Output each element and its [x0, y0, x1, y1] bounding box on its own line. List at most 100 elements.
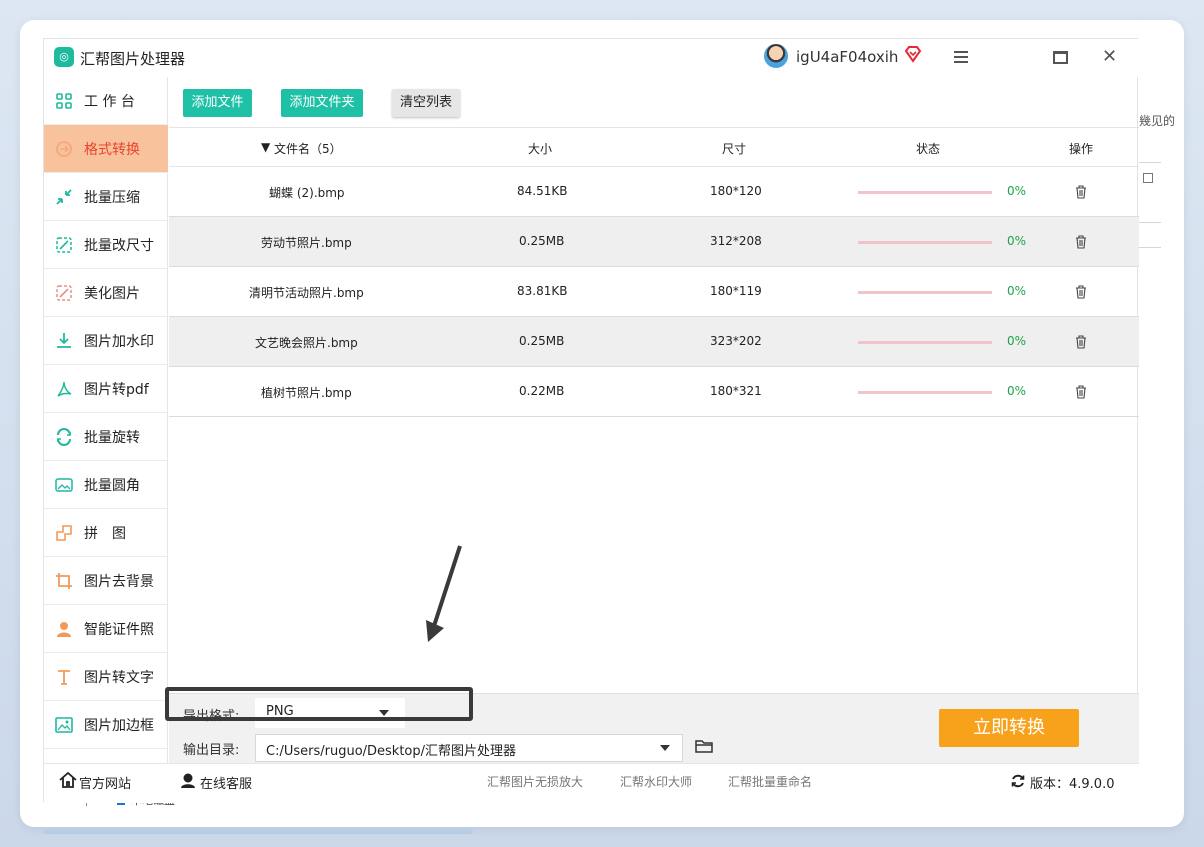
rotate-icon [57, 428, 71, 446]
frame-icon [55, 717, 73, 733]
footer-link-upscale[interactable]: 汇帮图片无损放大 [487, 773, 583, 790]
add-file-button[interactable]: 添加文件 [183, 89, 252, 117]
text-icon [58, 670, 70, 685]
compress-icon [56, 189, 72, 205]
sidebar-item-to-text[interactable]: 图片转文字 [44, 653, 168, 701]
sidebar-item-watermark[interactable]: 图片加水印 [44, 317, 168, 365]
progress-bar [858, 191, 992, 194]
header-action: 操作 [1069, 142, 1094, 156]
clear-list-button[interactable]: 清空列表 [392, 89, 460, 117]
sidebar-item-resize[interactable]: 批量改尺寸 [44, 221, 168, 269]
header-size: 大小 [528, 142, 553, 156]
maximize-icon[interactable] [1053, 51, 1068, 64]
delete-icon[interactable] [1075, 235, 1087, 249]
sidebar-item-format-convert[interactable]: 格式转换 [44, 125, 168, 173]
file-dimension: 180*120 [710, 184, 762, 198]
sidebar-item-label: 美化图片 [84, 286, 140, 302]
file-dimension: 312*208 [710, 234, 762, 248]
sidebar-item-compress[interactable]: 批量压缩 [44, 173, 168, 221]
chevron-down-icon [660, 745, 670, 751]
output-label: 输出目录: [183, 743, 240, 758]
app-logo-icon: ◎ [54, 47, 74, 67]
support-icon [181, 773, 195, 788]
sidebar: 工 作 台 格式转换 批量压缩 批量改尺寸 美化图片 图片加水印 图片转pdf [44, 77, 168, 763]
progress-bar [858, 241, 992, 244]
sidebar-item-remove-bg[interactable]: 图片去背景 [44, 557, 168, 605]
progress-percent: 0% [1007, 384, 1027, 398]
file-dimension: 180*119 [710, 284, 762, 298]
menu-icon[interactable] [954, 51, 968, 63]
background-divider [1139, 247, 1161, 248]
sidebar-item-frame[interactable]: 图片加边框 [44, 701, 168, 749]
sidebar-item-label: 批量旋转 [84, 430, 140, 446]
output-dir-value: C:/Users/ruguo/Desktop/汇帮图片处理器 [266, 744, 517, 759]
beautify-icon [56, 285, 72, 301]
sidebar-item-label: 图片去背景 [84, 574, 154, 590]
table-row[interactable]: 劳动节照片.bmp 0.25MB 312*208 0% [169, 217, 1139, 267]
sidebar-item-label: 批量压缩 [84, 190, 140, 206]
sidebar-item-workbench[interactable]: 工 作 台 [44, 77, 168, 125]
sidebar-item-to-pdf[interactable]: 图片转pdf [44, 365, 168, 413]
sidebar-item-label: 图片加水印 [84, 334, 154, 350]
watermark-icon [57, 333, 71, 348]
table-row[interactable]: 植树节照片.bmp 0.22MB 180*321 0% [169, 367, 1139, 417]
delete-icon[interactable] [1075, 185, 1087, 199]
file-name: 文艺晚会照片.bmp [255, 336, 358, 350]
sidebar-item-label: 拼 图 [84, 526, 126, 542]
sidebar-item-label: 工 作 台 [84, 94, 135, 110]
home-icon [59, 772, 77, 788]
file-name: 清明节活动照片.bmp [249, 286, 364, 300]
table-row[interactable]: 文艺晚会照片.bmp 0.25MB 323*202 0% [169, 317, 1139, 367]
delete-icon[interactable] [1075, 285, 1087, 299]
file-size: 84.51KB [517, 184, 568, 198]
sidebar-item-label: 图片转文字 [84, 670, 154, 686]
refresh-icon[interactable] [1010, 773, 1026, 789]
puzzle-icon [56, 525, 72, 541]
progress-percent: 0% [1007, 184, 1027, 198]
file-size: 0.22MB [519, 384, 565, 398]
convert-now-button[interactable]: 立即转换 [939, 709, 1079, 747]
pointer-arrow-icon [426, 545, 462, 642]
round-corner-icon [55, 478, 73, 492]
avatar[interactable] [764, 44, 788, 68]
sidebar-item-puzzle[interactable]: 拼 图 [44, 509, 168, 557]
vip-diamond-icon[interactable] [904, 45, 922, 63]
table-row[interactable]: 蝴蝶 (2).bmp 84.51KB 180*120 0% [169, 167, 1139, 217]
sidebar-item-rotate[interactable]: 批量旋转 [44, 413, 168, 461]
version-label: 版本：4.9.0.0 [1030, 777, 1115, 792]
sidebar-item-round-corner[interactable]: 批量圆角 [44, 461, 168, 509]
sort-desc-icon[interactable]: ▼ [261, 140, 270, 154]
sidebar-item-label: 图片加边框 [84, 718, 154, 734]
output-dir-select[interactable]: C:/Users/ruguo/Desktop/汇帮图片处理器 [255, 734, 683, 762]
username[interactable]: igU4aF04oxih [796, 48, 898, 66]
pdf-icon [57, 381, 72, 397]
table-row[interactable]: 清明节活动照片.bmp 83.81KB 180*119 0% [169, 267, 1139, 317]
person-icon [57, 622, 71, 637]
sidebar-item-id-photo[interactable]: 智能证件照 [44, 605, 168, 653]
sidebar-item-beautify[interactable]: 美化图片 [44, 269, 168, 317]
app-title: 汇帮图片处理器 [80, 50, 186, 68]
title-bar: ◎ 汇帮图片处理器 igU4aF04oxih ✕ [44, 39, 1139, 77]
progress-bar [858, 341, 992, 344]
close-icon[interactable]: ✕ [1102, 47, 1117, 67]
header-filename[interactable]: 文件名（5） [274, 140, 342, 157]
sidebar-item-label: 图片转pdf [84, 382, 149, 398]
grid-icon [56, 93, 72, 109]
add-folder-button[interactable]: 添加文件夹 [281, 89, 363, 117]
folder-icon[interactable] [695, 738, 713, 754]
file-name: 劳动节照片.bmp [261, 236, 352, 250]
table-header: ▼ 文件名（5） 大小 尺寸 状态 操作 [169, 127, 1139, 167]
sidebar-item-label: 智能证件照 [84, 622, 154, 638]
background-peek-text: 幾见的 [1139, 114, 1176, 128]
delete-icon[interactable] [1075, 335, 1087, 349]
sidebar-item-label: 格式转换 [84, 142, 140, 158]
online-support-link[interactable]: 在线客服 [200, 773, 252, 792]
footer-link-rename[interactable]: 汇帮批量重命名 [728, 773, 812, 790]
format-highlight-box [165, 687, 473, 721]
delete-icon[interactable] [1075, 385, 1087, 399]
official-site-link[interactable]: 官方网站 [79, 773, 131, 792]
footer-link-watermark[interactable]: 汇帮水印大师 [620, 773, 692, 790]
background-divider [1139, 162, 1161, 163]
footer: 官方网站 在线客服 汇帮图片无损放大 汇帮水印大师 汇帮批量重命名 版本：4.9… [44, 763, 1139, 803]
resize-icon [56, 237, 72, 253]
